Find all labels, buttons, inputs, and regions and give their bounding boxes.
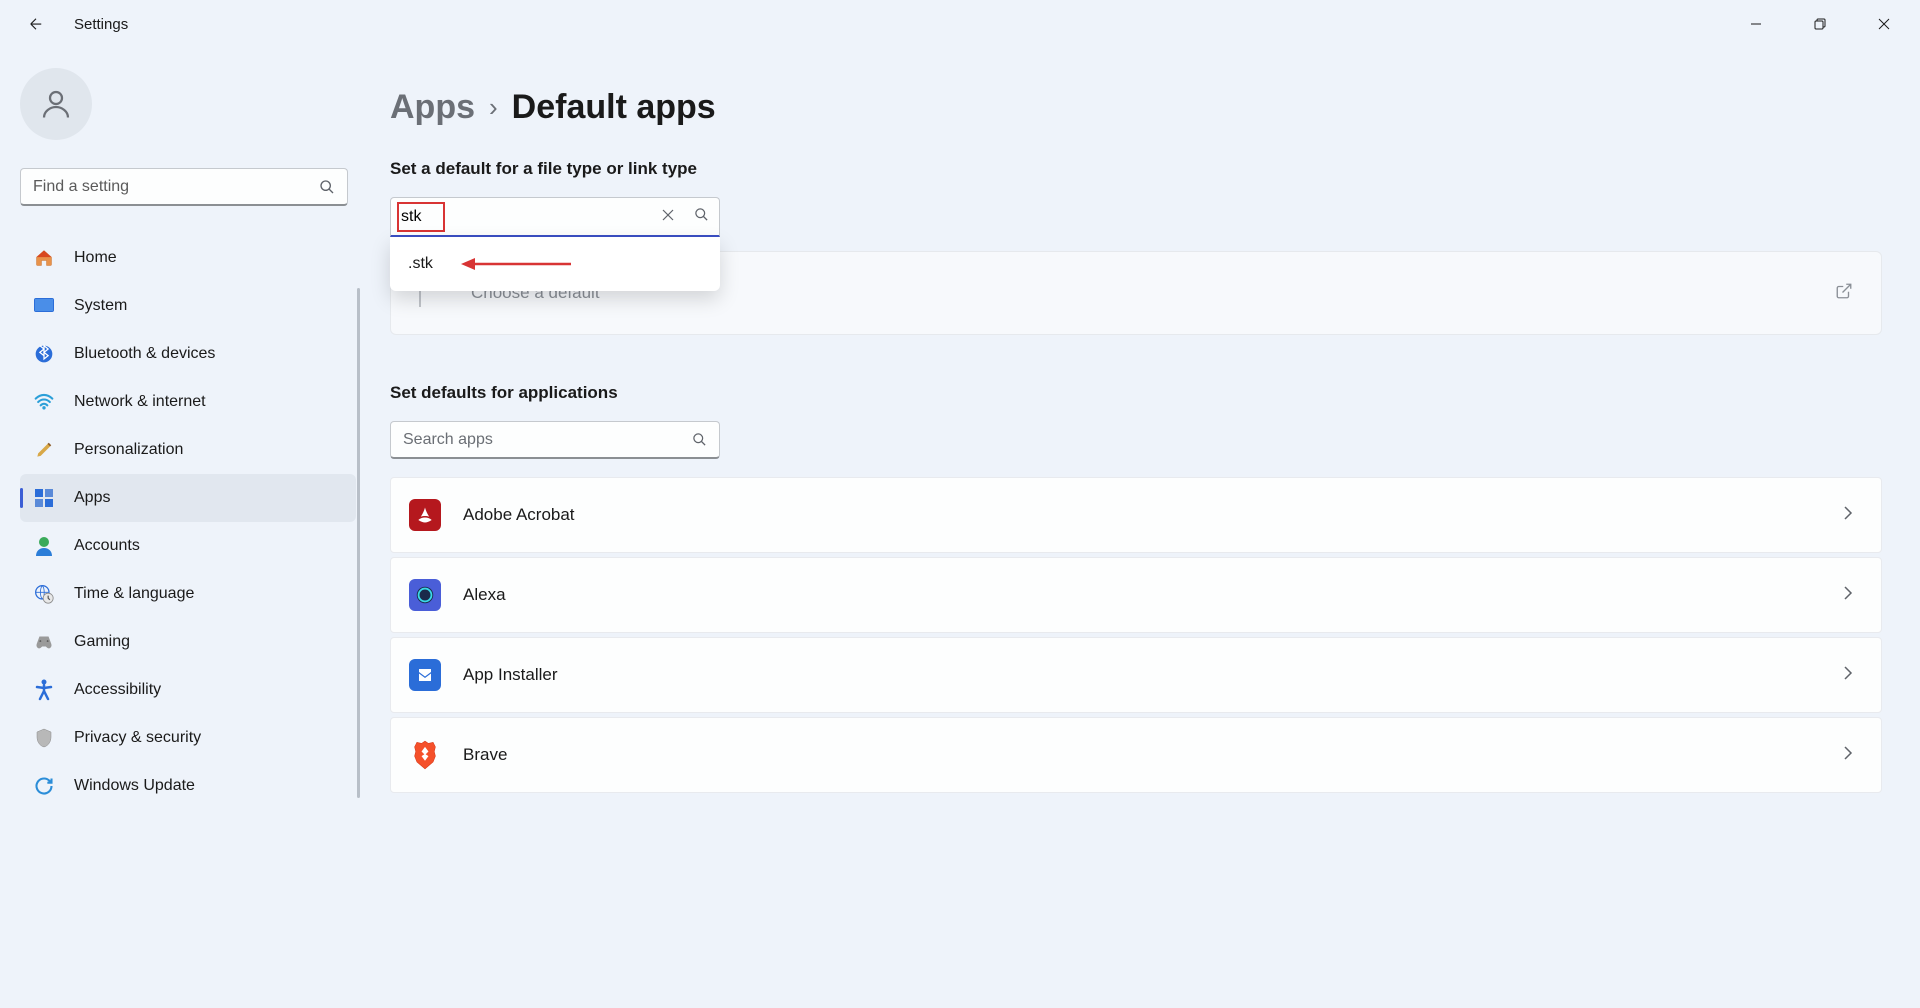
close-button[interactable] bbox=[1856, 4, 1912, 44]
nav-label: Personalization bbox=[74, 441, 183, 459]
nav-item-windows-update[interactable]: Windows Update bbox=[20, 762, 356, 810]
app-search[interactable] bbox=[390, 421, 720, 459]
bluetooth-icon bbox=[34, 344, 54, 364]
apps-icon bbox=[34, 488, 54, 508]
annotation-arrow-icon bbox=[461, 257, 571, 271]
sidebar-scrollbar[interactable] bbox=[357, 288, 360, 798]
suggestion-dropdown: .stk bbox=[390, 237, 720, 291]
filetype-heading: Set a default for a file type or link ty… bbox=[390, 159, 1882, 179]
suggestion-text: .stk bbox=[408, 255, 433, 273]
window-title: Settings bbox=[74, 16, 128, 33]
nav-item-network[interactable]: Network & internet bbox=[20, 378, 356, 426]
app-item-alexa[interactable]: Alexa bbox=[390, 557, 1882, 633]
search-icon bbox=[692, 432, 707, 447]
shield-icon bbox=[34, 728, 54, 748]
app-list: Adobe Acrobat Alexa bbox=[390, 477, 1882, 793]
settings-search[interactable] bbox=[20, 168, 348, 206]
user-icon bbox=[38, 86, 74, 122]
brave-icon bbox=[409, 739, 441, 771]
app-item-brave[interactable]: Brave bbox=[390, 717, 1882, 793]
page-title: Default apps bbox=[512, 88, 716, 127]
nav-label: Bluetooth & devices bbox=[74, 345, 215, 363]
titlebar: Settings bbox=[0, 0, 1920, 48]
gamepad-icon bbox=[34, 632, 54, 652]
nav-label: Windows Update bbox=[74, 777, 195, 795]
open-external-icon bbox=[1835, 282, 1853, 305]
maximize-button[interactable] bbox=[1792, 4, 1848, 44]
suggestion-item[interactable]: .stk bbox=[390, 249, 720, 279]
content-area: Home System Bluetooth & devices Network … bbox=[0, 48, 1920, 1008]
nav-item-system[interactable]: System bbox=[20, 282, 356, 330]
chevron-right-icon bbox=[1843, 585, 1853, 606]
brush-icon bbox=[34, 440, 54, 460]
nav-item-apps[interactable]: Apps bbox=[20, 474, 356, 522]
app-item-app-installer[interactable]: App Installer bbox=[390, 637, 1882, 713]
search-icon bbox=[319, 179, 335, 195]
app-installer-icon bbox=[409, 659, 441, 691]
wifi-icon bbox=[34, 392, 54, 412]
breadcrumb-parent[interactable]: Apps bbox=[390, 88, 475, 127]
nav-list: Home System Bluetooth & devices Network … bbox=[20, 234, 356, 810]
chevron-right-icon bbox=[1843, 505, 1853, 526]
settings-search-input[interactable] bbox=[33, 178, 319, 196]
window-controls bbox=[1728, 4, 1912, 44]
close-icon bbox=[1878, 18, 1890, 30]
sidebar: Home System Bluetooth & devices Network … bbox=[0, 48, 360, 1008]
back-button[interactable] bbox=[18, 6, 54, 42]
avatar[interactable] bbox=[20, 68, 92, 140]
nav-label: Accounts bbox=[74, 537, 140, 555]
chevron-right-icon bbox=[1843, 745, 1853, 766]
apps-heading: Set defaults for applications bbox=[390, 383, 1882, 403]
app-name: Adobe Acrobat bbox=[463, 505, 575, 525]
nav-label: Network & internet bbox=[74, 393, 206, 411]
chevron-right-icon: › bbox=[489, 92, 498, 123]
nav-label: System bbox=[74, 297, 127, 315]
alexa-icon bbox=[409, 579, 441, 611]
app-name: App Installer bbox=[463, 665, 558, 685]
chevron-right-icon bbox=[1843, 665, 1853, 686]
filetype-search-input[interactable] bbox=[401, 208, 662, 226]
breadcrumb: Apps › Default apps bbox=[390, 88, 1882, 127]
minimize-button[interactable] bbox=[1728, 4, 1784, 44]
titlebar-left: Settings bbox=[18, 6, 128, 42]
nav-label: Accessibility bbox=[74, 681, 161, 699]
maximize-icon bbox=[1814, 18, 1826, 30]
adobe-acrobat-icon bbox=[409, 499, 441, 531]
app-search-input[interactable] bbox=[403, 431, 692, 449]
app-name: Alexa bbox=[463, 585, 506, 605]
person-icon bbox=[34, 536, 54, 556]
home-icon bbox=[34, 248, 54, 268]
main-content: Apps › Default apps Set a default for a … bbox=[360, 48, 1920, 1008]
nav-label: Apps bbox=[74, 489, 110, 507]
back-arrow-icon bbox=[27, 15, 45, 33]
filetype-search[interactable] bbox=[390, 197, 720, 237]
nav-label: Home bbox=[74, 249, 117, 267]
nav-item-personalization[interactable]: Personalization bbox=[20, 426, 356, 474]
x-icon bbox=[662, 209, 674, 221]
search-icon bbox=[694, 207, 709, 222]
app-item-adobe-acrobat[interactable]: Adobe Acrobat bbox=[390, 477, 1882, 553]
globe-clock-icon bbox=[34, 584, 54, 604]
nav-label: Time & language bbox=[74, 585, 194, 603]
nav-item-time-language[interactable]: Time & language bbox=[20, 570, 356, 618]
clear-search-button[interactable] bbox=[662, 208, 674, 226]
nav-label: Privacy & security bbox=[74, 729, 201, 747]
minimize-icon bbox=[1750, 18, 1762, 30]
nav-label: Gaming bbox=[74, 633, 130, 651]
nav-item-accessibility[interactable]: Accessibility bbox=[20, 666, 356, 714]
nav-item-bluetooth[interactable]: Bluetooth & devices bbox=[20, 330, 356, 378]
nav-item-accounts[interactable]: Accounts bbox=[20, 522, 356, 570]
nav-item-gaming[interactable]: Gaming bbox=[20, 618, 356, 666]
nav-item-home[interactable]: Home bbox=[20, 234, 356, 282]
app-name: Brave bbox=[463, 745, 507, 765]
filetype-search-wrap: .stk bbox=[390, 197, 720, 237]
accessibility-icon bbox=[34, 680, 54, 700]
system-icon bbox=[34, 296, 54, 316]
nav-item-privacy[interactable]: Privacy & security bbox=[20, 714, 356, 762]
search-button[interactable] bbox=[694, 207, 709, 227]
update-icon bbox=[34, 776, 54, 796]
